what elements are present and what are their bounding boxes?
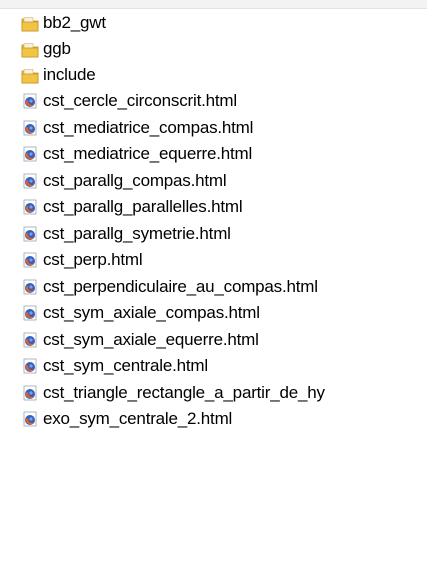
firefox-html-icon [23,226,37,241]
file-row[interactable]: cst_sym_centrale.html [0,353,427,380]
firefox-html-icon [23,385,37,400]
file-name: cst_perpendiculaire_au_compas.html [43,276,318,296]
file-row[interactable]: cst_sym_axiale_equerre.html [0,327,427,354]
file-row[interactable]: cst_perpendiculaire_au_compas.html [0,274,427,301]
file-name: cst_sym_axiale_compas.html [43,303,260,322]
file-row[interactable]: cst_cercle_circonscrit.html [0,88,427,115]
file-name: cst_parallg_symetrie.html [43,223,231,243]
firefox-html-icon [23,93,37,109]
folder-row[interactable]: bb2_gwt [0,10,427,36]
file-row[interactable]: cst_triangle_rectangle_a_partir_de_hy [0,380,427,407]
folder-name: bb2_gwt [43,13,106,32]
firefox-html-icon [23,120,37,135]
firefox-html-icon [23,146,37,162]
file-list: bb2_gwt ggb include cst_cercle_circonscr… [0,10,427,570]
file-row[interactable]: cst_mediatrice_compas.html [0,115,427,142]
file-row[interactable]: cst_perp.html [0,247,427,274]
file-name: cst_triangle_rectangle_a_partir_de_hy [43,382,325,402]
window-top-strip [0,0,427,9]
file-row[interactable]: cst_mediatrice_equerre.html [0,141,427,168]
folder-icon [21,17,39,32]
folder-name: include [43,65,96,84]
file-row[interactable]: cst_sym_axiale_compas.html [0,300,427,327]
file-name: cst_sym_axiale_equerre.html [43,329,259,349]
firefox-html-icon [23,411,37,427]
file-name: cst_cercle_circonscrit.html [43,91,237,110]
file-name: cst_mediatrice_compas.html [43,117,254,137]
folder-row[interactable]: include [0,62,427,88]
file-name: cst_mediatrice_equerre.html [43,144,253,163]
folder-name: ggb [43,39,71,58]
folder-row[interactable]: ggb [0,36,427,62]
folder-icon [21,69,39,84]
file-name: cst_sym_centrale.html [43,356,208,375]
file-name: cst_perp.html [43,250,143,269]
firefox-html-icon [23,279,37,294]
file-name: cst_parallg_parallelles.html [43,197,243,216]
file-row[interactable]: cst_parallg_parallelles.html [0,194,427,221]
firefox-html-icon [23,199,37,215]
file-row[interactable]: cst_parallg_compas.html [0,168,427,195]
firefox-html-icon [23,173,37,188]
firefox-html-icon [23,332,37,347]
firefox-html-icon [23,305,37,321]
folder-icon [21,43,39,58]
file-row[interactable]: cst_parallg_symetrie.html [0,221,427,248]
file-name: exo_sym_centrale_2.html [43,409,233,428]
firefox-html-icon [23,252,37,268]
file-row[interactable]: exo_sym_centrale_2.html [0,406,427,433]
file-name: cst_parallg_compas.html [43,170,227,190]
firefox-html-icon [23,358,37,374]
